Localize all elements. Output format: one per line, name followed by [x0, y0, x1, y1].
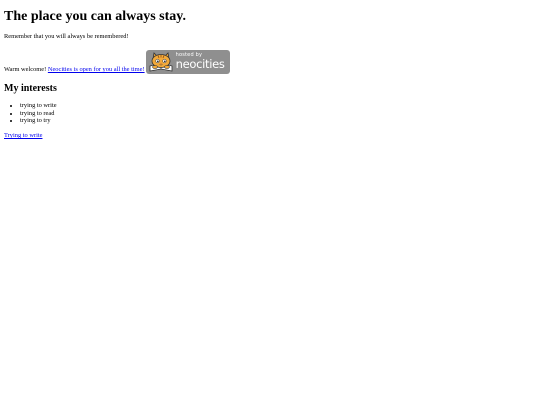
neocities-link[interactable]: Neocities is open for you all the time!	[48, 66, 145, 73]
hosted-by-neocities-badge[interactable]: hosted by neocities	[145, 50, 230, 74]
interests-heading: My interests	[4, 83, 57, 94]
tagline: Remember that you will always be remembe…	[4, 33, 129, 40]
trying-to-write-link[interactable]: Trying to write	[4, 132, 42, 140]
page-title: The place you can always stay.	[4, 9, 187, 24]
badge-brand-label: neocities	[175, 57, 225, 71]
welcome-line: Warm welcome! Neocities is open for you …	[4, 48, 230, 74]
interests-list: trying to write trying to read trying to…	[4, 102, 57, 125]
welcome-text: Warm welcome!	[4, 66, 47, 73]
list-item: trying to read	[20, 110, 57, 118]
neocities-cat-icon	[149, 52, 172, 72]
list-item: trying to try	[20, 117, 57, 125]
list-item: trying to write	[20, 102, 57, 110]
